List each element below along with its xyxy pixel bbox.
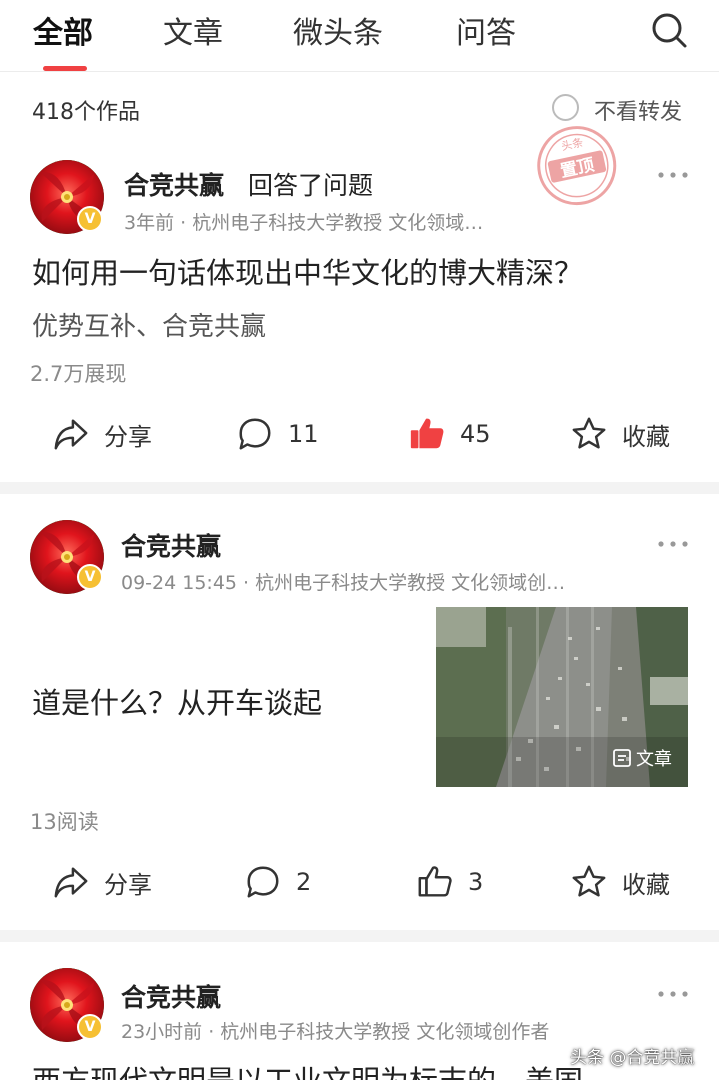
share-icon bbox=[52, 415, 90, 453]
search-icon[interactable] bbox=[649, 10, 689, 50]
tab-all[interactable]: 全部 bbox=[33, 8, 93, 52]
article-tag-label: 文章 bbox=[636, 749, 672, 770]
post-meta: 09-24 15:45 · 杭州电子科技大学教授 文化领域创… bbox=[121, 572, 566, 594]
tab-qa[interactable]: 问答 bbox=[456, 8, 516, 52]
like-count: 45 bbox=[460, 420, 491, 448]
hide-forward-radio[interactable] bbox=[552, 94, 579, 121]
author-name[interactable]: 合竞共赢 bbox=[124, 166, 224, 202]
post-thumbnail[interactable]: 文章 bbox=[436, 607, 688, 787]
answer-text[interactable]: 优势互补、合竞共赢 bbox=[32, 306, 266, 343]
like-icon bbox=[416, 863, 454, 901]
like-button[interactable]: 3 bbox=[416, 862, 483, 902]
watermark: 头条 @合竞共赢 bbox=[570, 1048, 695, 1068]
tab-micro-headlines[interactable]: 微头条 bbox=[293, 8, 383, 52]
card-divider bbox=[0, 482, 719, 494]
card-divider bbox=[0, 930, 719, 942]
post-title[interactable]: 道是什么？从开车谈起 bbox=[32, 680, 322, 722]
share-label: 分享 bbox=[104, 422, 152, 451]
post-card[interactable]: V 合竞共赢 回答了问题 3年前 · 杭州电子科技大学教授 文化领域… 如何用一… bbox=[0, 144, 719, 482]
author-name[interactable]: 合竞共赢 bbox=[121, 978, 221, 1014]
post-meta: 23小时前 · 杭州电子科技大学教授 文化领域创作者 bbox=[121, 1021, 550, 1043]
share-label: 分享 bbox=[104, 870, 152, 899]
more-icon[interactable] bbox=[656, 170, 690, 180]
post-title[interactable]: 如何用一句话体现出中华文化的博大精深？ bbox=[32, 250, 583, 292]
comment-icon bbox=[244, 863, 282, 901]
view-count: 2.7万展现 bbox=[30, 362, 127, 386]
comment-button[interactable]: 2 bbox=[244, 862, 311, 902]
hide-forward-label[interactable]: 不看转发 bbox=[594, 94, 682, 126]
verified-icon: V bbox=[77, 1014, 103, 1040]
article-tag: 文章 bbox=[612, 745, 672, 771]
post-meta: 3年前 · 杭州电子科技大学教授 文化领域… bbox=[124, 212, 484, 234]
post-action: 回答了问题 bbox=[248, 171, 374, 200]
verified-icon: V bbox=[77, 564, 103, 590]
like-button[interactable]: 45 bbox=[408, 414, 491, 454]
verified-icon: V bbox=[77, 206, 103, 232]
author-name[interactable]: 合竞共赢 bbox=[121, 527, 221, 563]
like-count: 3 bbox=[468, 868, 484, 896]
top-tab-bar: 全部 文章 微头条 问答 bbox=[0, 0, 719, 72]
active-tab-indicator bbox=[43, 66, 87, 71]
tab-articles[interactable]: 文章 bbox=[163, 8, 223, 52]
works-count: 418个作品 bbox=[32, 100, 140, 125]
more-icon[interactable] bbox=[656, 989, 690, 999]
read-count: 13阅读 bbox=[30, 810, 99, 834]
more-icon[interactable] bbox=[656, 539, 690, 549]
comment-count: 11 bbox=[288, 420, 319, 448]
favorite-label: 收藏 bbox=[622, 870, 670, 899]
like-icon bbox=[408, 415, 446, 453]
share-button[interactable]: 分享 bbox=[52, 862, 152, 902]
article-icon bbox=[613, 749, 631, 767]
share-button[interactable]: 分享 bbox=[52, 414, 152, 454]
favorite-button[interactable]: 收藏 bbox=[570, 414, 670, 454]
comment-button[interactable]: 11 bbox=[236, 414, 319, 454]
star-icon bbox=[570, 415, 608, 453]
share-icon bbox=[52, 863, 90, 901]
favorite-button[interactable]: 收藏 bbox=[570, 862, 670, 902]
comment-icon bbox=[236, 415, 274, 453]
comment-count: 2 bbox=[296, 868, 312, 896]
post-title[interactable]: 西方现代文明是以工业文明为标志的，美国 bbox=[32, 1058, 583, 1080]
star-icon bbox=[570, 863, 608, 901]
favorite-label: 收藏 bbox=[622, 422, 670, 451]
